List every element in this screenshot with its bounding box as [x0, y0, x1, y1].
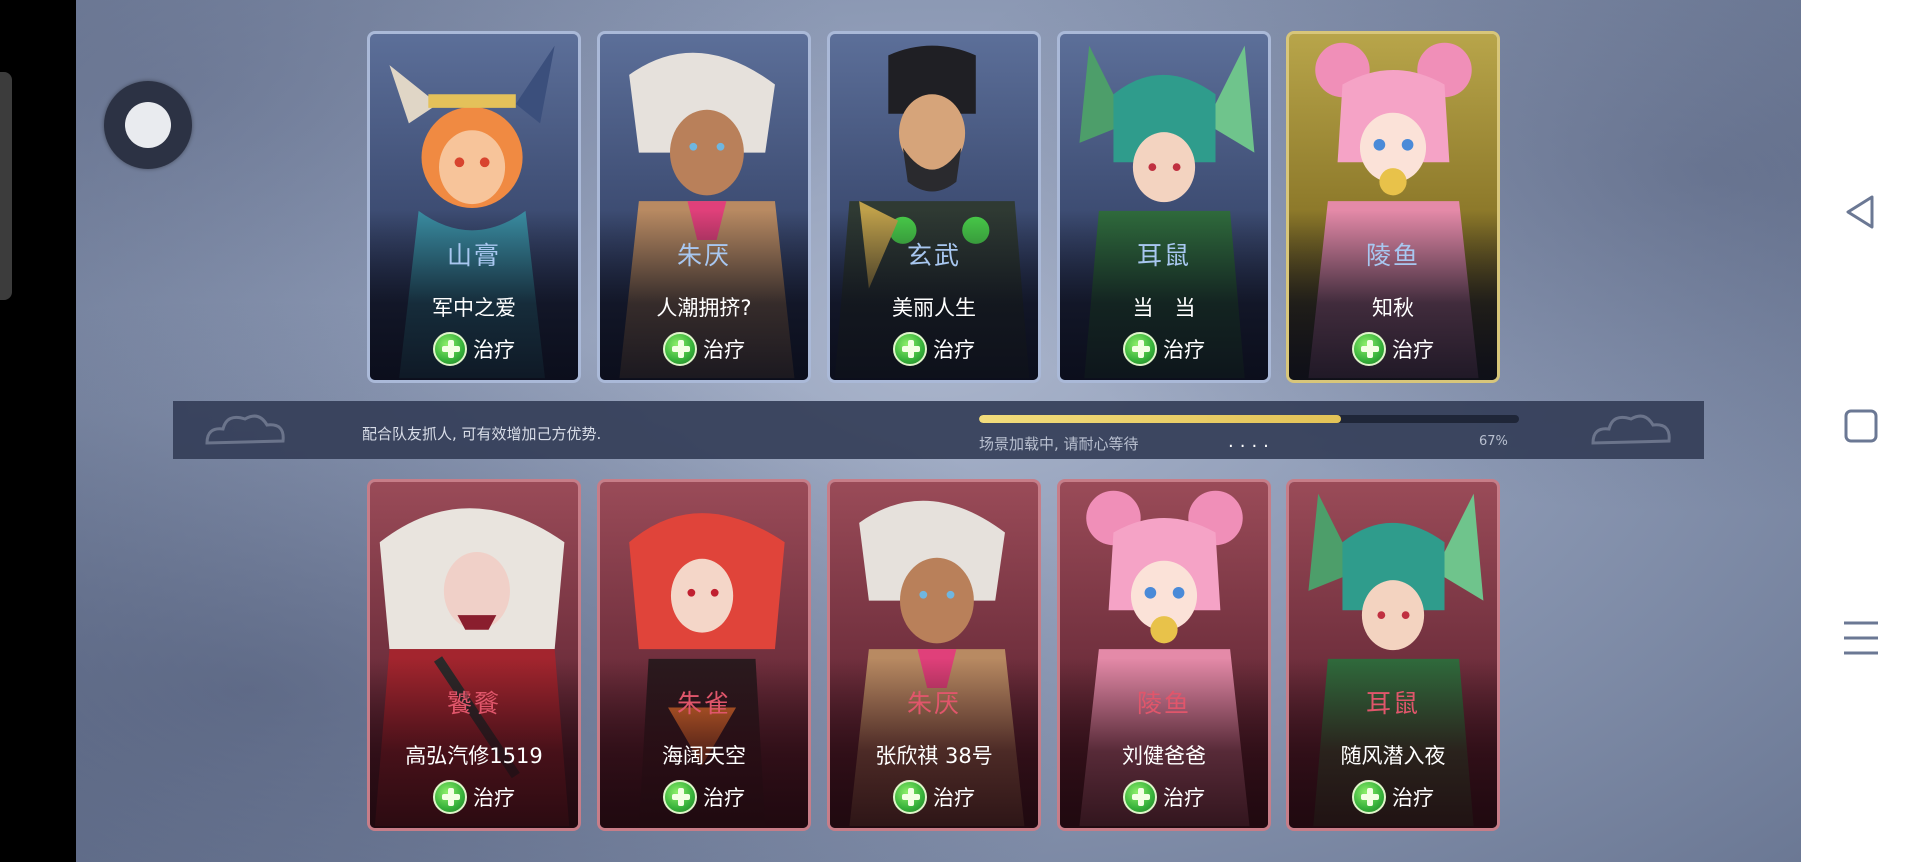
hero-card-bottom-5[interactable]: 耳鼠 随风潜入夜 治疗 [1286, 479, 1500, 831]
menu-lines-icon[interactable] [1836, 613, 1886, 663]
role-row: 治疗 [830, 332, 1038, 366]
green-cross-icon [663, 780, 697, 814]
hero-card-top-2[interactable]: 朱厌 人潮拥挤? 治疗 [597, 31, 811, 383]
role-label: 治疗 [1392, 338, 1434, 362]
progress-fill [979, 415, 1341, 423]
assistive-touch-dot [125, 102, 171, 148]
hero-name: 朱厌 [676, 241, 731, 270]
role-row: 治疗 [1060, 332, 1268, 366]
green-cross-icon [893, 780, 927, 814]
hero-card-top-5[interactable]: 陵鱼 知秋 治疗 [1286, 31, 1500, 383]
green-cross-icon [1123, 332, 1157, 366]
hero-card-bottom-1[interactable]: 饕餮 高弘汽修1519 治疗 [367, 479, 581, 831]
player-name: 当 当 [1132, 296, 1196, 320]
role-row: 治疗 [600, 332, 808, 366]
back-triangle-icon[interactable] [1836, 187, 1886, 237]
role-label: 治疗 [703, 786, 745, 810]
assistive-touch-icon[interactable] [104, 81, 192, 169]
green-cross-icon [663, 332, 697, 366]
progress-track [979, 415, 1519, 423]
hero-name: 朱雀 [676, 689, 731, 718]
player-name: 高弘汽修1519 [405, 744, 543, 768]
role-label: 治疗 [933, 338, 975, 362]
hero-name: 朱厌 [906, 689, 961, 718]
loading-dots: .... [1228, 431, 1275, 452]
player-name: 张欣祺 38号 [875, 744, 993, 768]
role-row: 治疗 [600, 780, 808, 814]
system-nav-bar [1801, 0, 1920, 862]
green-cross-icon [1352, 780, 1386, 814]
role-label: 治疗 [1163, 786, 1205, 810]
player-name: 海阔天空 [662, 744, 746, 768]
player-name: 刘健爸爸 [1122, 744, 1206, 768]
hero-name: 玄武 [906, 241, 961, 270]
player-name: 美丽人生 [892, 296, 976, 320]
hero-card-bottom-2[interactable]: 朱雀 海阔天空 治疗 [597, 479, 811, 831]
cloud-ornament-icon [205, 414, 285, 445]
hero-name: 陵鱼 [1136, 689, 1191, 718]
loading-status: 场景加载中, 请耐心等待 [979, 435, 1139, 453]
role-row: 治疗 [370, 780, 578, 814]
role-label: 治疗 [933, 786, 975, 810]
hero-name: 饕餮 [446, 689, 501, 718]
loading-tip: 配合队友抓人, 可有效增加己方优势. [362, 425, 602, 443]
cloud-ornament-icon [1591, 414, 1671, 445]
hero-card-top-4[interactable]: 耳鼠 当 当 治疗 [1057, 31, 1271, 383]
role-label: 治疗 [473, 338, 515, 362]
role-row: 治疗 [1289, 332, 1497, 366]
home-square-icon[interactable] [1836, 401, 1886, 451]
player-name: 知秋 [1372, 296, 1414, 320]
side-drawer-handle[interactable] [0, 72, 12, 300]
hero-name: 山膏 [446, 241, 501, 270]
role-label: 治疗 [1163, 338, 1205, 362]
hero-name: 耳鼠 [1365, 689, 1420, 718]
loading-bar: 配合队友抓人, 可有效增加己方优势. 场景加载中, 请耐心等待 .... 67% [173, 401, 1704, 459]
player-name: 人潮拥挤? [656, 296, 752, 320]
hero-card-top-1[interactable]: 山膏 军中之爱 治疗 [367, 31, 581, 383]
player-name: 军中之爱 [432, 296, 516, 320]
hero-card-bottom-3[interactable]: 朱厌 张欣祺 38号 治疗 [827, 479, 1041, 831]
role-row: 治疗 [370, 332, 578, 366]
green-cross-icon [433, 780, 467, 814]
green-cross-icon [893, 332, 927, 366]
green-cross-icon [1123, 780, 1157, 814]
role-label: 治疗 [1392, 786, 1434, 810]
green-cross-icon [1352, 332, 1386, 366]
loading-percent: 67% [1479, 434, 1508, 449]
player-name: 随风潜入夜 [1340, 744, 1446, 768]
hero-card-bottom-4[interactable]: 陵鱼 刘健爸爸 治疗 [1057, 479, 1271, 831]
role-label: 治疗 [473, 786, 515, 810]
role-row: 治疗 [1289, 780, 1497, 814]
hero-card-top-3[interactable]: 玄武 美丽人生 治疗 [827, 31, 1041, 383]
hero-name: 陵鱼 [1365, 241, 1420, 270]
hero-name: 耳鼠 [1136, 241, 1191, 270]
role-row: 治疗 [1060, 780, 1268, 814]
role-row: 治疗 [830, 780, 1038, 814]
green-cross-icon [433, 332, 467, 366]
role-label: 治疗 [703, 338, 745, 362]
